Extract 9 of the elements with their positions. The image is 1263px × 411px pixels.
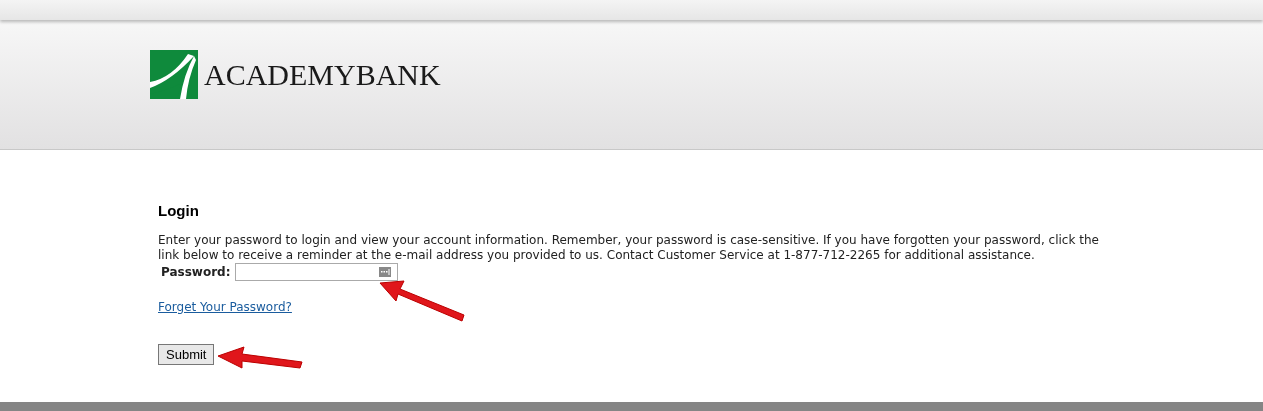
logo-text: ACADEMYBANK [204, 57, 441, 92]
instructions-text: Enter your password to login and view your account information. Remember, your password is case-sensitive. If you have forgotten your password, click the link below to receive a reminder at the e-mail address you provided to us. Contact Customer Service at 1-877-712-2265 for additional assistance. [158, 233, 1100, 263]
password-manager-icon[interactable] [378, 267, 391, 277]
submit-button[interactable]: Submit [158, 344, 215, 365]
password-field[interactable] [234, 263, 398, 281]
forgot-password-link[interactable]: Forget Your Password? [158, 300, 292, 314]
login-title: Login [158, 202, 199, 219]
password-label: Password: [161, 265, 231, 279]
logo-icon [150, 50, 198, 99]
